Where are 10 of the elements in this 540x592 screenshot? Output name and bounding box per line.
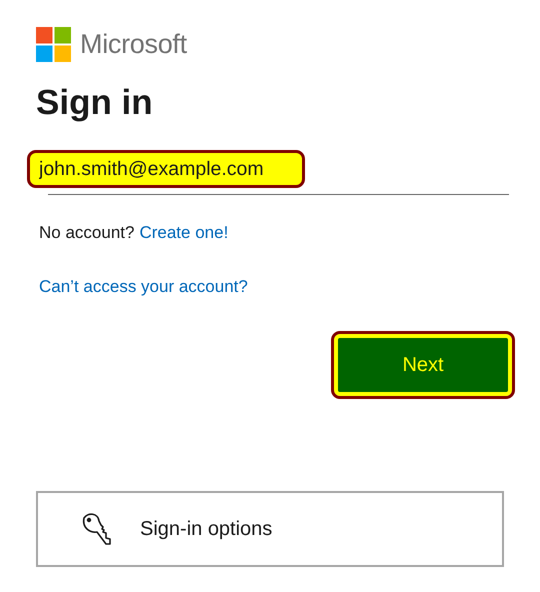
page-heading: Sign in <box>36 82 154 124</box>
next-button[interactable]: Next <box>334 334 512 396</box>
logo-text: Microsoft <box>80 29 187 60</box>
create-account-link[interactable]: Create one! <box>139 223 228 243</box>
cant-access-link[interactable]: Can’t access your account? <box>39 277 248 297</box>
sign-in-options-label: Sign-in options <box>140 518 272 540</box>
sign-in-options-button[interactable]: Sign-in options <box>36 491 504 567</box>
key-icon <box>80 512 114 546</box>
logo-icon <box>36 27 71 62</box>
no-account-text: No account? <box>39 223 134 243</box>
